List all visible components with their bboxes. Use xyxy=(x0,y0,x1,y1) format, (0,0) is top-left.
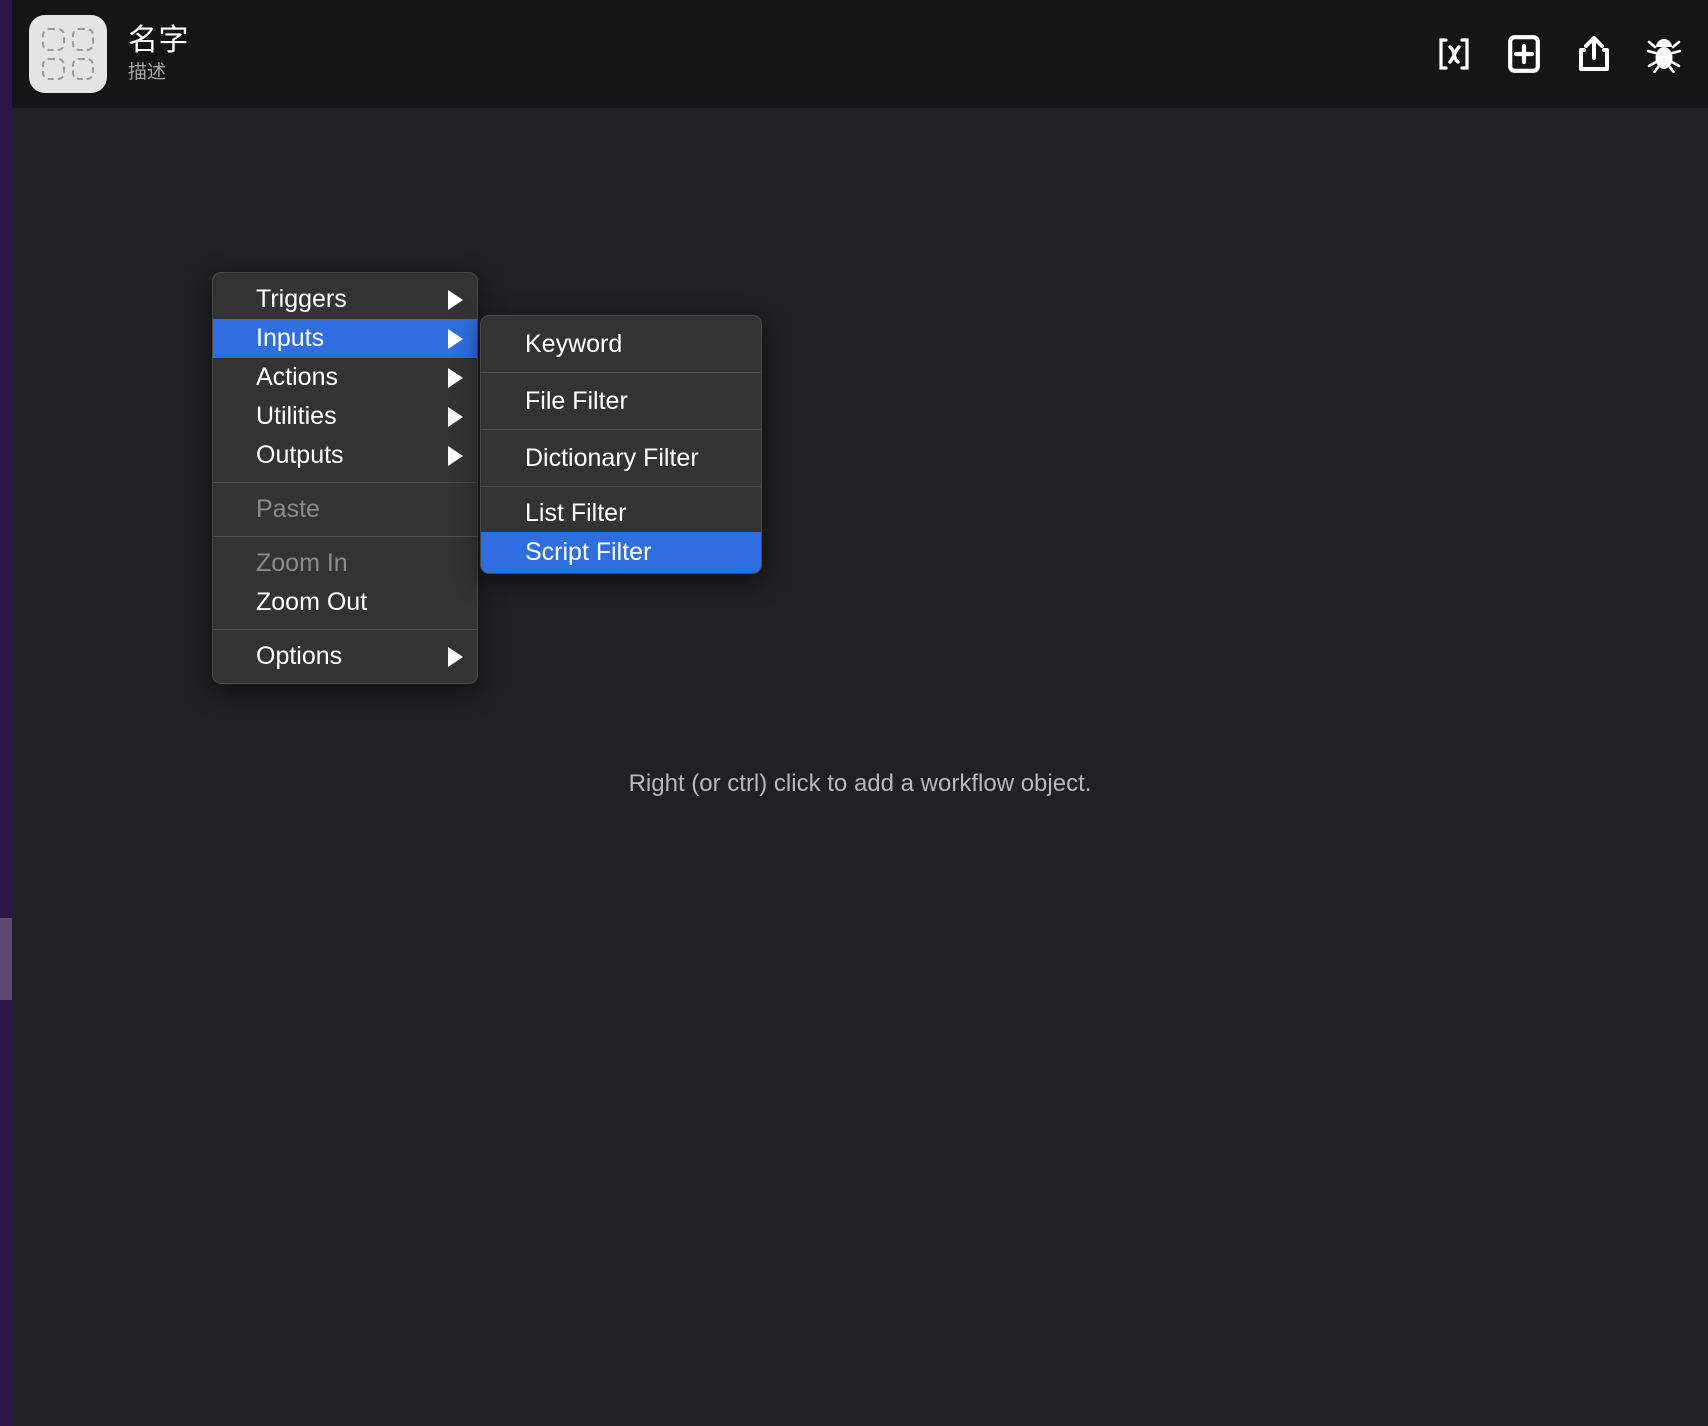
add-note-icon[interactable] xyxy=(1502,32,1546,76)
chevron-right-icon xyxy=(448,406,463,427)
menu-item-options[interactable]: Options xyxy=(213,637,477,676)
debug-icon[interactable] xyxy=(1642,32,1686,76)
context-menu-group-categories: Triggers Inputs Actions Utilities Output… xyxy=(213,273,477,475)
context-menu: Triggers Inputs Actions Utilities Output… xyxy=(212,272,478,684)
menu-item-zoom-out[interactable]: Zoom Out xyxy=(213,583,477,622)
menu-item-utilities[interactable]: Utilities xyxy=(213,397,477,436)
submenu-item-list-filter[interactable]: List Filter xyxy=(481,487,761,532)
menu-item-zoom-in[interactable]: Zoom In xyxy=(213,544,477,583)
app-root: 名字 描述 Right (or ctrl) click to add a wor… xyxy=(0,0,1708,1426)
menu-item-label: Options xyxy=(256,642,343,670)
context-menu-group-zoom: Zoom In Zoom Out xyxy=(213,537,477,629)
submenu-item-label: Dictionary Filter xyxy=(525,443,699,472)
chevron-right-icon xyxy=(448,289,463,310)
menu-item-label: Outputs xyxy=(256,441,344,469)
menu-item-label: Triggers xyxy=(256,285,347,313)
workflow-subtitle: 描述 xyxy=(128,61,167,83)
share-icon[interactable] xyxy=(1572,32,1616,76)
menu-item-label: Inputs xyxy=(256,324,325,352)
workflow-title-block: 名字 描述 xyxy=(128,24,189,85)
chevron-right-icon xyxy=(448,328,463,349)
icon-square-2 xyxy=(71,28,94,51)
icon-square-1 xyxy=(42,28,65,51)
menu-item-triggers[interactable]: Triggers xyxy=(213,280,477,319)
menu-item-actions[interactable]: Actions xyxy=(213,358,477,397)
menu-item-inputs[interactable]: Inputs xyxy=(213,319,477,358)
canvas-hint-text: Right (or ctrl) click to add a workflow … xyxy=(628,770,1092,797)
chevron-right-icon xyxy=(448,367,463,388)
submenu-item-file-filter[interactable]: File Filter xyxy=(481,373,761,429)
menu-item-label: Actions xyxy=(256,363,338,391)
chevron-right-icon xyxy=(448,445,463,466)
menu-item-paste[interactable]: Paste xyxy=(213,490,477,529)
workflow-title: 名字 xyxy=(128,23,189,57)
context-menu-group-options: Options xyxy=(213,630,477,683)
chevron-right-icon xyxy=(448,646,463,667)
context-menu-group-edit: Paste xyxy=(213,483,477,536)
submenu-item-script-filter[interactable]: Script Filter xyxy=(481,532,761,573)
inputs-submenu: Keyword File Filter Dictionary Filter Li… xyxy=(480,315,762,574)
menu-item-outputs[interactable]: Outputs xyxy=(213,436,477,475)
submenu-item-dictionary-filter[interactable]: Dictionary Filter xyxy=(481,430,761,486)
gutter-scrollbar-thumb[interactable] xyxy=(0,918,12,1000)
menu-item-label: Zoom Out xyxy=(256,588,368,616)
left-gutter xyxy=(0,0,12,1426)
menu-item-label: Utilities xyxy=(256,402,337,430)
workflow-placeholder-icon[interactable] xyxy=(29,15,107,93)
submenu-item-keyword[interactable]: Keyword xyxy=(481,316,761,372)
header-actions xyxy=(1432,32,1686,76)
menu-item-label: Paste xyxy=(256,495,320,523)
submenu-item-label: Script Filter xyxy=(525,538,652,566)
variables-icon[interactable] xyxy=(1432,32,1476,76)
submenu-item-label: List Filter xyxy=(525,498,627,527)
workflow-header: 名字 描述 xyxy=(12,0,1708,108)
icon-square-4 xyxy=(71,57,94,80)
icon-square-3 xyxy=(42,57,65,80)
submenu-item-label: Keyword xyxy=(525,329,623,358)
submenu-item-label: File Filter xyxy=(525,386,628,415)
menu-spacer xyxy=(213,475,477,482)
menu-item-label: Zoom In xyxy=(256,549,348,577)
